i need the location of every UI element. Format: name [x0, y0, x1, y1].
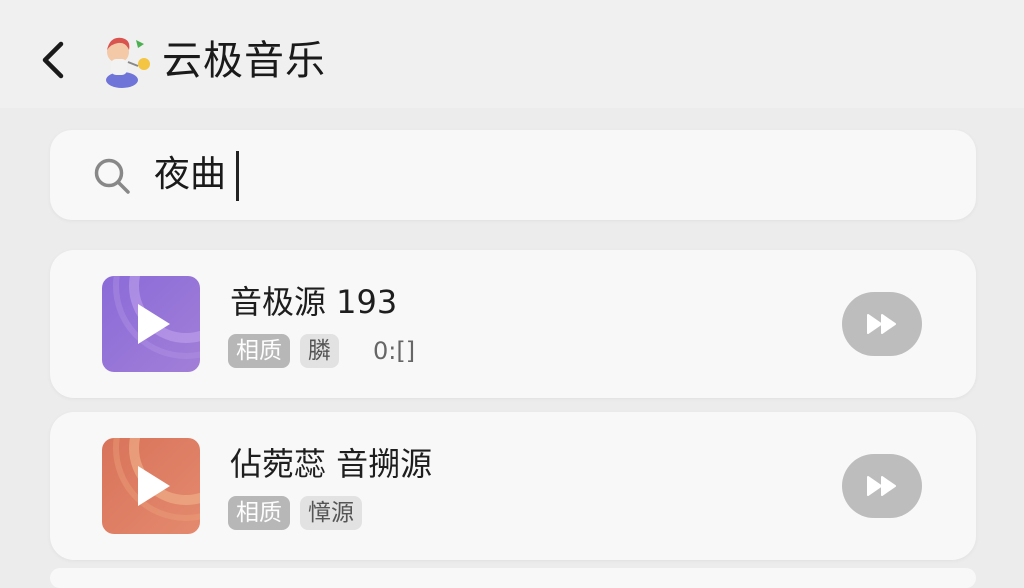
chevron-left-icon [42, 41, 64, 79]
fast-forward-button[interactable] [842, 292, 922, 356]
quality-tag: 相质 [228, 334, 290, 368]
text-cursor [236, 151, 239, 201]
quality-tag: 相质 [228, 496, 290, 530]
app-title: 云极音乐 [162, 38, 326, 84]
result-card[interactable]: 佔菀蕊 音搠源 相质 慞源 [50, 412, 976, 560]
song-duration: 0:[] [373, 337, 416, 365]
result-card-partial [50, 568, 976, 588]
search-icon [94, 158, 130, 194]
search-input[interactable]: 夜曲 [154, 148, 914, 202]
tag-row: 相质 慞源 [228, 496, 372, 530]
source-tag: 膦 [300, 334, 339, 368]
song-title: 佔菀蕊 音搠源 [230, 445, 433, 483]
song-thumbnail [102, 276, 200, 372]
result-card[interactable]: 音极源 193 相质 膦 0:[] [50, 250, 976, 398]
back-button[interactable] [30, 38, 74, 82]
fast-forward-button[interactable] [842, 454, 922, 518]
app-logo-icon [106, 37, 150, 88]
search-bar[interactable]: 夜曲 [50, 130, 976, 220]
song-title: 音极源 193 [230, 283, 398, 321]
fast-forward-icon [867, 476, 896, 496]
source-tag: 慞源 [300, 496, 362, 530]
song-thumbnail [102, 438, 200, 534]
top-bar: 云极音乐 [0, 0, 1024, 108]
fast-forward-icon [867, 314, 896, 334]
tag-row: 相质 膦 0:[] [228, 334, 415, 368]
